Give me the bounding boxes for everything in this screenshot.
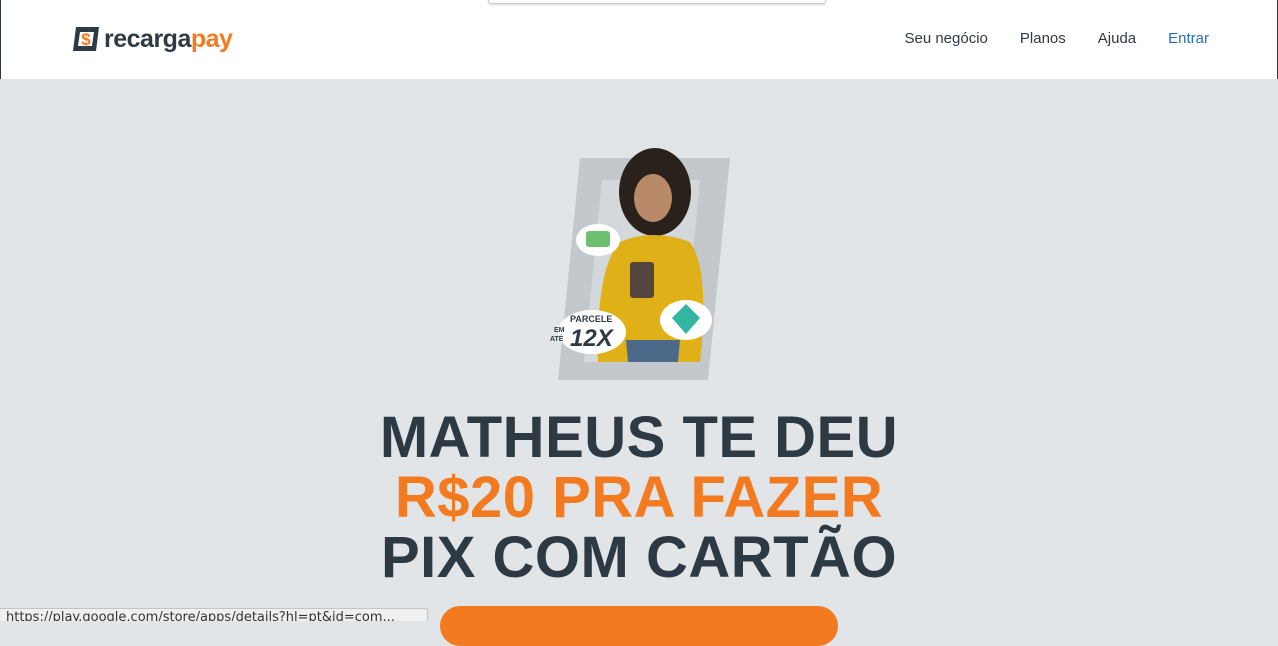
headline-line2: R$20 PRA FAZER <box>394 465 884 530</box>
brand-wordmark: recargapay <box>104 24 233 53</box>
headline-line1: MATHEUS TE DEU <box>379 405 899 470</box>
person-jeans <box>626 340 680 362</box>
nav-item-ajuda[interactable]: Ajuda <box>1098 29 1136 49</box>
person-face <box>634 174 672 222</box>
hero-illustration: PARCELE EM ATÉ 12X <box>550 148 730 380</box>
cta-button[interactable] <box>440 606 838 646</box>
browser-status-url: https://play.google.com/store/apps/detai… <box>0 608 428 621</box>
brand-name-part2: pay <box>190 24 233 53</box>
headline-line3: PIX COM CARTÃO <box>380 525 898 590</box>
recargapay-logo-icon: $ <box>73 27 99 51</box>
brand-logo[interactable]: $ recargapay <box>71 20 233 58</box>
badge-line2: EM <box>554 327 565 334</box>
badge-value: 12X <box>570 325 615 352</box>
badge-line1: PARCELE <box>570 314 612 324</box>
badge-line3: ATÉ <box>550 334 564 343</box>
nav-item-planos[interactable]: Planos <box>1020 29 1066 49</box>
phone-icon <box>630 262 654 298</box>
nav-item-seu-negocio[interactable]: Seu negócio <box>904 29 987 49</box>
login-link[interactable]: Entrar <box>1168 29 1209 49</box>
main-nav: Seu negócio Planos Ajuda Entrar <box>904 29 1209 49</box>
brand-name-part1: recarga <box>104 24 191 53</box>
site-header: $ recargapay Seu negócio Planos Ajuda En… <box>0 0 1278 79</box>
money-icon <box>586 231 610 247</box>
svg-text:$: $ <box>81 30 91 49</box>
browser-popup-edge <box>488 0 826 4</box>
